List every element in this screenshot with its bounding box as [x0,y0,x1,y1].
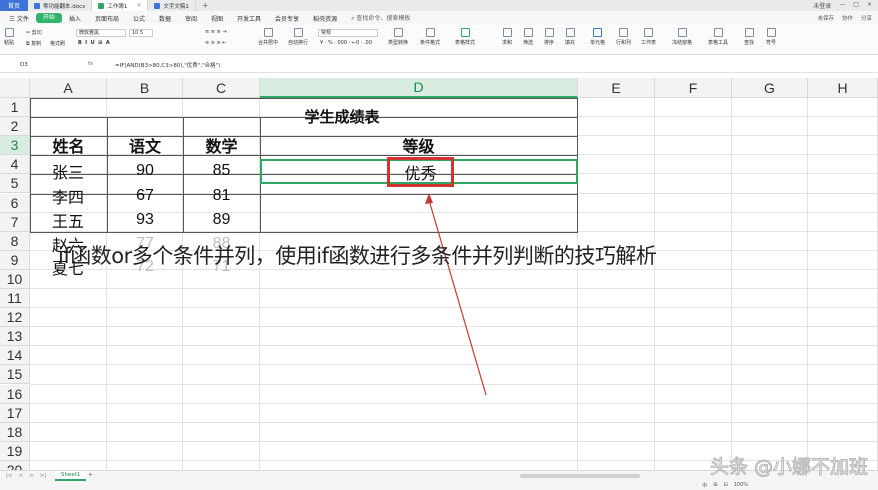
spreadsheet-window: { "titlebar": { "home": "首页", "tabs": [ … [0,0,878,490]
normal-view-icon[interactable]: ⊞ [713,482,717,489]
caption-overlay: if函数or多个条件并列，使用if函数进行多条件并列判断的技巧解析 [58,244,657,268]
page-view-icon[interactable]: ⊟ [724,482,728,489]
last-sheet-button[interactable]: >| [40,473,46,479]
status-bar: 中 ⊞ ⊟ 100% [0,481,878,490]
horizontal-scrollbar[interactable] [520,474,640,478]
arrow-line [428,199,487,396]
input-mode[interactable]: 中 [702,482,707,489]
zoom-level[interactable]: 100% [734,482,748,489]
next-sheet-button[interactable]: > [29,473,34,479]
sheet-tab-sheet1[interactable]: Sheet1 [55,471,87,481]
sheet-navigation: |< < > >| [6,473,46,479]
prev-sheet-button[interactable]: < [18,473,23,479]
arrow-head [425,193,433,204]
add-sheet-button[interactable]: + [88,472,93,478]
status-controls: 中 ⊞ ⊟ 100% [702,482,748,489]
first-sheet-button[interactable]: |< [6,473,12,479]
watermark-text: 头条 @小娜不加班 [709,456,868,479]
